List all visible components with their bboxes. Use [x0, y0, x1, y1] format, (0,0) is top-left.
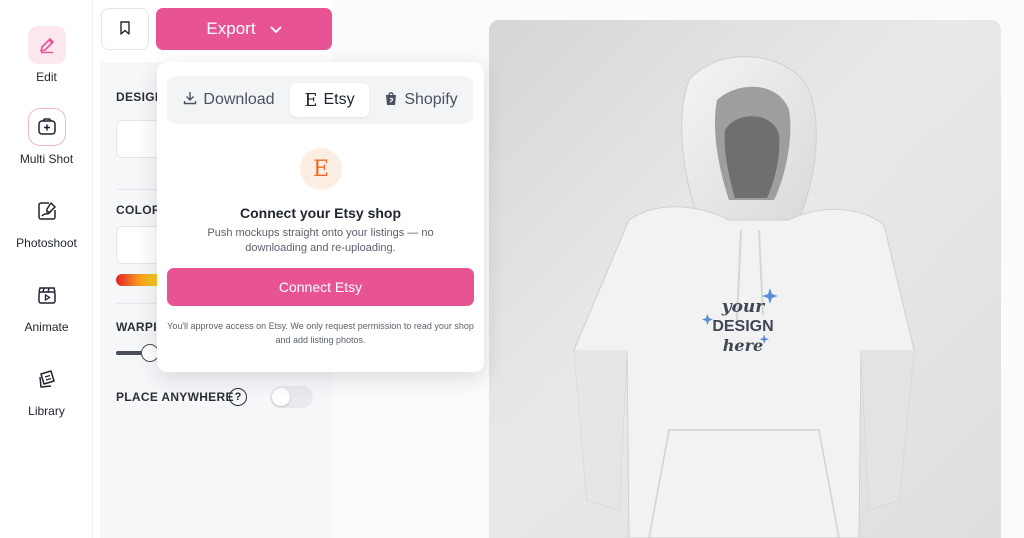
tab-label: Etsy	[323, 91, 355, 108]
color-section-label: COLOR	[116, 203, 161, 217]
tab-download[interactable]: Download	[171, 83, 287, 117]
hoodie-image: your DESIGN here	[573, 56, 915, 538]
export-tabs: Download E Etsy Shopify	[167, 76, 473, 124]
help-icon[interactable]: ?	[229, 388, 247, 406]
library-icon	[28, 360, 66, 398]
sidebar-item-photoshoot[interactable]: Photoshoot	[0, 192, 93, 250]
etsy-logo: E	[300, 148, 342, 190]
design-text-line2: DESIGN	[712, 318, 773, 335]
design-text-line1: your	[721, 297, 766, 317]
bookmark-icon	[117, 20, 133, 39]
etsy-icon: E	[304, 89, 318, 111]
export-dropdown: Download E Etsy Shopify E Connect your E…	[157, 62, 484, 372]
pencil-icon	[27, 26, 66, 64]
sidebar-item-label: Edit	[36, 70, 57, 84]
permission-note: You'll approve access on Etsy. We only r…	[167, 321, 474, 345]
sidebar-item-label: Photoshoot	[16, 236, 77, 250]
left-sidebar: Edit Multi Shot Photoshoot Animate Libra…	[0, 0, 93, 538]
connect-title: Connect your Etsy shop	[239, 205, 402, 221]
sidebar-item-edit[interactable]: Edit	[0, 26, 93, 84]
export-button[interactable]: Export	[156, 8, 332, 50]
sidebar-item-label: Multi Shot	[19, 152, 74, 166]
design-text-line3: here	[723, 336, 763, 355]
mockup-image: your DESIGN here	[489, 20, 1001, 538]
download-icon	[183, 91, 197, 110]
add-shot-icon	[27, 108, 66, 146]
shopify-icon	[384, 90, 398, 111]
export-label: Export	[206, 19, 256, 38]
tab-label: Shopify	[404, 91, 458, 108]
bookmark-button[interactable]	[101, 8, 149, 50]
sidebar-item-multi-shot[interactable]: Multi Shot	[0, 108, 93, 166]
sidebar-item-library[interactable]: Library	[0, 360, 93, 418]
sidebar-item-label: Animate	[24, 320, 69, 334]
tab-label: Download	[203, 91, 275, 108]
connect-etsy-button[interactable]: Connect Etsy	[167, 268, 474, 306]
connect-description: Push mockups straight onto your listings…	[207, 227, 434, 254]
sidebar-item-label: Library	[28, 404, 65, 418]
chevron-down-icon	[269, 19, 282, 39]
photoshoot-icon	[28, 192, 66, 230]
toggle-knob	[272, 388, 290, 406]
clapperboard-icon	[28, 276, 66, 314]
tab-shopify[interactable]: Shopify	[373, 83, 469, 117]
sidebar-item-animate[interactable]: Animate	[0, 276, 93, 334]
place-anywhere-label: PLACE ANYWHERE	[116, 390, 234, 404]
tab-etsy[interactable]: E Etsy	[290, 83, 369, 117]
